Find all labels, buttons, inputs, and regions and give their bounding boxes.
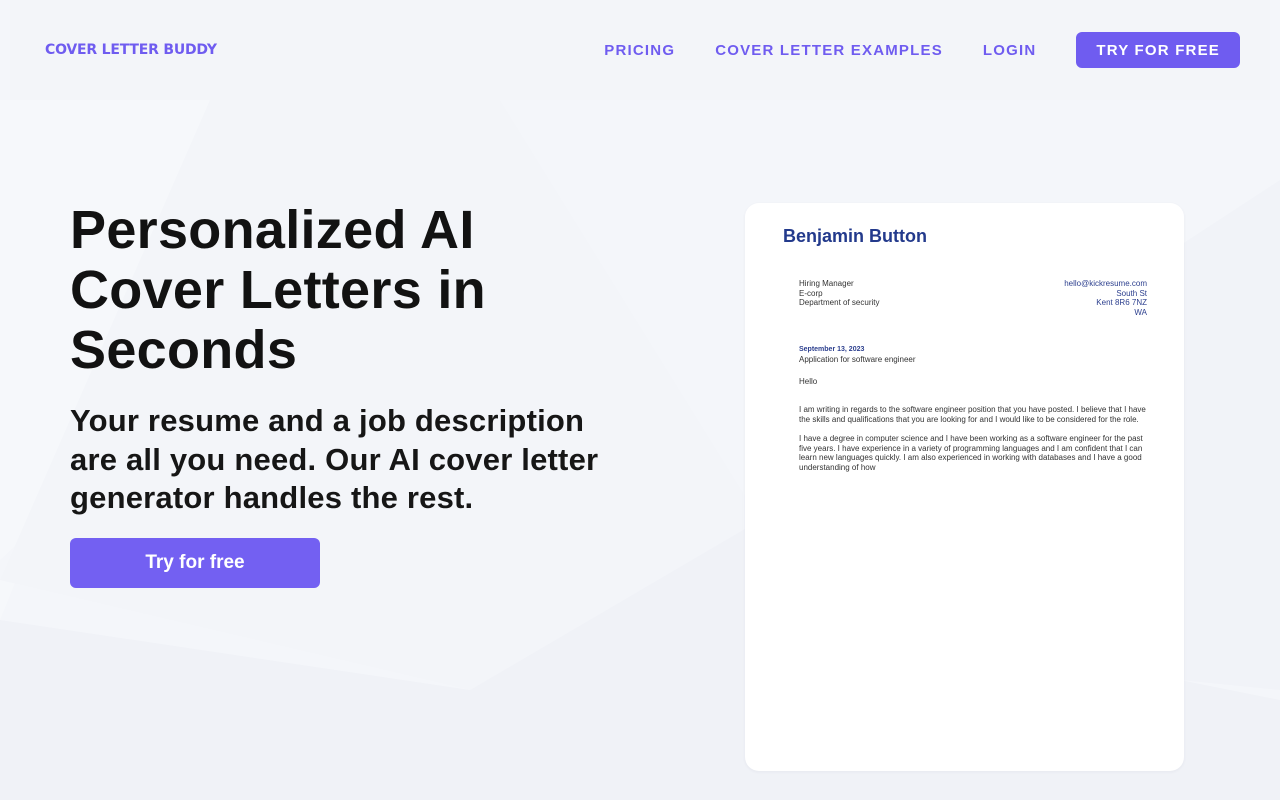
letter-subject: Application for software engineer (799, 355, 916, 364)
recipient-line: E-corp (799, 288, 823, 298)
letter-greeting: Hello (799, 377, 818, 386)
try-for-free-hero-button[interactable]: Try for free (70, 537, 320, 588)
nav-link-login[interactable]: LOGIN (983, 42, 1037, 59)
top-navbar: COVER LETTER BUDDY PRICING COVER LETTER … (10, 0, 1270, 100)
letter-sender-name: Benjamin Button (783, 226, 927, 246)
sender-street: South St (1116, 288, 1147, 298)
cover-letter-preview: Benjamin Button Hiring Manager E-corp De… (745, 203, 1184, 771)
letter-paragraph: I am writing in regards to the software … (799, 405, 1146, 424)
hero-title: Personalized AI Cover Letters in Seconds (70, 200, 486, 380)
letter-recipient-block: Hiring Manager E-corp Department of secu… (799, 279, 879, 308)
sender-postcode: Kent 8R6 7NZ (1096, 298, 1147, 307)
nav-link-cover-letter-examples[interactable]: COVER LETTER EXAMPLES (715, 42, 943, 59)
brand-logo[interactable]: COVER LETTER BUDDY (45, 42, 217, 58)
sender-region: WA (1134, 307, 1147, 317)
try-for-free-nav-button[interactable]: TRY FOR FREE (1076, 32, 1240, 68)
sender-email: hello@kickresume.com (1064, 279, 1147, 288)
recipient-line: Department of security (799, 298, 880, 307)
letter-sender-block: hello@kickresume.com South St Kent 8R6 7… (1064, 279, 1147, 317)
recipient-line: Hiring Manager (799, 279, 854, 288)
nav-link-pricing[interactable]: PRICING (604, 42, 675, 59)
letter-paragraph: I have a degree in computer science and … (799, 434, 1143, 472)
hero-section: Personalized AI Cover Letters in Seconds… (70, 200, 630, 588)
main-nav: PRICING COVER LETTER EXAMPLES LOGIN TRY … (604, 32, 1240, 68)
hero-subtitle: Your resume and a job description are al… (70, 403, 599, 515)
letter-date: September 13, 2023 (799, 346, 865, 353)
